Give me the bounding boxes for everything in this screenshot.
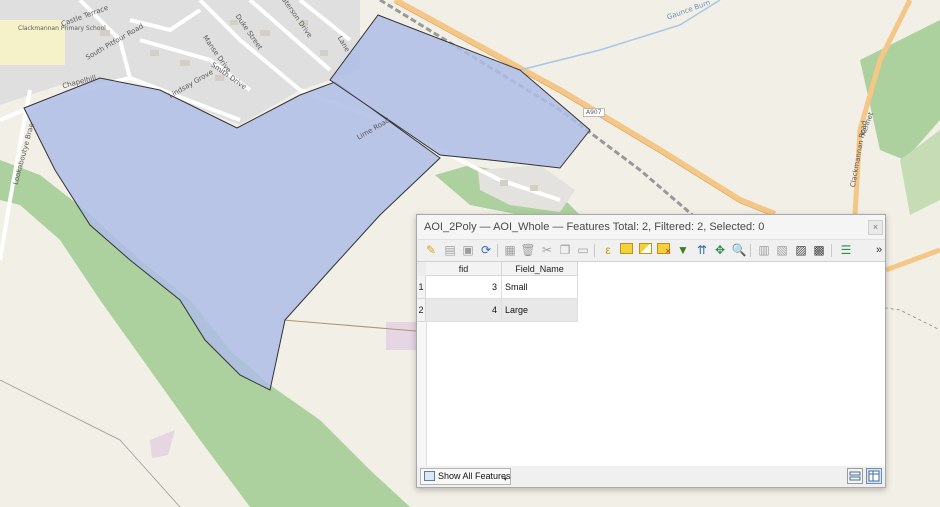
multi-edit-icon[interactable]: ▤ bbox=[442, 242, 458, 258]
delete-field-icon[interactable]: ▧ bbox=[774, 242, 790, 258]
invert-selection-icon[interactable] bbox=[637, 242, 653, 258]
move-selection-top-icon[interactable]: ⇈ bbox=[694, 242, 710, 258]
column-header-fid[interactable]: fid bbox=[426, 262, 502, 276]
actions-icon[interactable]: ☰ bbox=[838, 242, 854, 258]
pink-patch bbox=[386, 322, 416, 350]
pan-to-selection-icon[interactable]: ✥ bbox=[712, 242, 728, 258]
cell-fid-row2[interactable]: 4 bbox=[426, 299, 502, 322]
table-view-button[interactable] bbox=[866, 468, 882, 484]
field-calculator-icon[interactable]: ▨ bbox=[793, 242, 809, 258]
attribute-toolbar: ✎ ▤ ▣ ⟳ ▦ 🗑 ✂ ❐ ▭ ε ✕ ▼ ⇈ ✥ 🔍 ▥ ▧ ▨ ▩ ☰ … bbox=[417, 240, 885, 260]
table-view-icon bbox=[868, 470, 880, 482]
show-all-features-button[interactable]: Show All Features ▾ bbox=[420, 468, 511, 485]
zoom-to-selection-icon[interactable]: 🔍 bbox=[731, 242, 747, 258]
reload-icon[interactable]: ⟳ bbox=[478, 242, 494, 258]
new-field-icon[interactable]: ▥ bbox=[756, 242, 772, 258]
save-edits-icon[interactable]: ▣ bbox=[460, 242, 476, 258]
toggle-editing-icon[interactable]: ✎ bbox=[423, 242, 439, 258]
row-header-2[interactable]: 2 bbox=[417, 299, 426, 322]
deselect-all-icon[interactable]: ✕ bbox=[655, 242, 672, 258]
show-all-features-label: Show All Features bbox=[438, 471, 511, 481]
window-title: AOI_2Poly — AOI_Whole — Features Total: … bbox=[424, 221, 765, 233]
add-feature-icon[interactable]: ▦ bbox=[502, 242, 518, 258]
copy-icon[interactable]: ❐ bbox=[557, 242, 573, 258]
form-view-icon bbox=[849, 471, 861, 481]
cut-icon[interactable]: ✂ bbox=[539, 242, 555, 258]
filter-icon[interactable]: ▼ bbox=[675, 242, 691, 258]
select-by-expression-icon[interactable]: ε bbox=[600, 242, 616, 258]
close-button[interactable]: × bbox=[868, 220, 883, 235]
form-view-button[interactable] bbox=[847, 468, 863, 484]
attribute-table[interactable]: fid Field_Name 1 3 Small 2 4 Large bbox=[417, 261, 885, 466]
row-header-1[interactable]: 1 bbox=[417, 276, 426, 299]
delete-feature-icon[interactable]: 🗑 bbox=[520, 242, 536, 258]
dropdown-arrow-icon: ▾ bbox=[503, 476, 507, 483]
attribute-table-window[interactable]: AOI_2Poly — AOI_Whole — Features Total: … bbox=[416, 214, 886, 488]
cell-field-name-row2[interactable]: Large bbox=[502, 299, 578, 322]
map-label-a907: A907 bbox=[583, 108, 605, 117]
paste-icon[interactable]: ▭ bbox=[575, 242, 591, 258]
conditional-formatting-icon[interactable]: ▩ bbox=[811, 242, 827, 258]
table-icon bbox=[424, 471, 435, 481]
cell-fid-row1[interactable]: 3 bbox=[426, 276, 502, 299]
cell-field-name-row1[interactable]: Small bbox=[502, 276, 578, 299]
column-header-field-name[interactable]: Field_Name bbox=[502, 262, 578, 276]
toolbar-overflow-button[interactable]: » bbox=[871, 242, 887, 258]
select-all-icon[interactable] bbox=[618, 242, 634, 258]
bottom-bar: Show All Features ▾ bbox=[417, 465, 885, 487]
window-titlebar[interactable]: AOI_2Poly — AOI_Whole — Features Total: … bbox=[417, 215, 885, 240]
